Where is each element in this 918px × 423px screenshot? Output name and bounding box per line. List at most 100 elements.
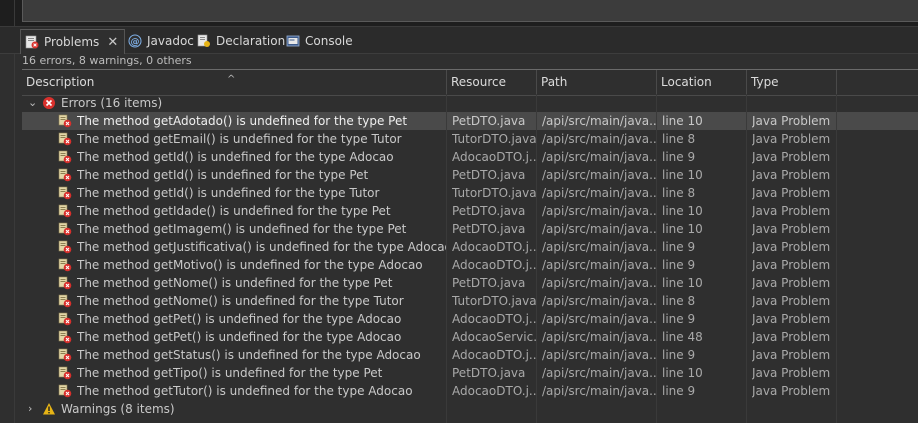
error-icon bbox=[42, 96, 56, 110]
problem-location: line 9 bbox=[662, 258, 696, 272]
problem-description: The method getId() is undefined for the … bbox=[77, 186, 380, 200]
problem-description: The method getIdade() is undefined for t… bbox=[77, 204, 391, 218]
problem-location: line 10 bbox=[662, 114, 703, 128]
problem-row[interactable]: The method getStatus() is undefined for … bbox=[22, 346, 918, 364]
problem-type: Java Problem bbox=[752, 186, 831, 200]
problem-location: line 9 bbox=[662, 150, 696, 164]
editor-scroll-area[interactable] bbox=[22, 0, 918, 22]
problem-path: /api/src/main/java... bbox=[542, 240, 656, 254]
java-error-icon bbox=[58, 384, 72, 398]
problem-location: line 48 bbox=[662, 330, 703, 344]
warning-icon bbox=[42, 402, 56, 416]
problem-description: The method getTutor() is undefined for t… bbox=[77, 384, 413, 398]
problem-description: The method getTipo() is undefined for th… bbox=[77, 366, 383, 380]
tab-problems[interactable]: Problems ✕ bbox=[20, 29, 126, 54]
problem-path: /api/src/main/java... bbox=[542, 114, 656, 128]
problem-row[interactable]: The method getEmail() is undefined for t… bbox=[22, 130, 918, 148]
java-error-icon bbox=[58, 168, 72, 182]
problem-row[interactable]: The method getNome() is undefined for th… bbox=[22, 292, 918, 310]
problem-row[interactable]: The method getTipo() is undefined for th… bbox=[22, 364, 918, 382]
problem-description: The method getId() is undefined for the … bbox=[77, 168, 369, 182]
problem-row[interactable]: The method getJustificativa() is undefin… bbox=[22, 238, 918, 256]
problem-row[interactable]: The method getPet() is undefined for the… bbox=[22, 310, 918, 328]
problem-description: The method getStatus() is undefined for … bbox=[77, 348, 421, 362]
java-error-icon bbox=[58, 312, 72, 326]
problem-type: Java Problem bbox=[752, 384, 831, 398]
problem-description: The method getId() is undefined for the … bbox=[77, 150, 394, 164]
problem-description: The method getNome() is undefined for th… bbox=[77, 294, 404, 308]
tab-declaration[interactable]: Declaration bbox=[197, 30, 285, 52]
column-description[interactable]: Description ^ bbox=[22, 70, 447, 95]
problem-path: /api/src/main/java... bbox=[542, 222, 656, 236]
errors-group[interactable]: ⌄ Errors (16 items) bbox=[22, 94, 918, 112]
problem-description: The method getAdotado() is undefined for… bbox=[77, 114, 408, 128]
warnings-group[interactable]: › Warnings (8 items) bbox=[22, 400, 918, 418]
problem-row[interactable]: The method getId() is undefined for the … bbox=[22, 184, 918, 202]
problem-row[interactable]: The method getId() is undefined for the … bbox=[22, 166, 918, 184]
problem-row[interactable]: The method getAdotado() is undefined for… bbox=[22, 112, 918, 130]
chevron-right-icon[interactable]: › bbox=[28, 400, 32, 418]
column-location-label: Location bbox=[661, 75, 712, 89]
problem-description: The method getNome() is undefined for th… bbox=[77, 276, 393, 290]
problem-path: /api/src/main/java... bbox=[542, 186, 656, 200]
tab-javadoc[interactable]: @ Javadoc bbox=[128, 30, 194, 52]
problem-description: The method getPet() is undefined for the… bbox=[77, 312, 402, 326]
console-icon bbox=[286, 34, 300, 48]
java-error-icon bbox=[58, 330, 72, 344]
column-path[interactable]: Path bbox=[537, 70, 657, 95]
column-separator bbox=[536, 94, 537, 423]
column-separator bbox=[446, 94, 447, 423]
problem-location: line 9 bbox=[662, 240, 696, 254]
java-error-icon bbox=[58, 240, 72, 254]
column-path-label: Path bbox=[541, 75, 568, 89]
problem-resource: PetDTO.java bbox=[452, 114, 526, 128]
problem-location: line 10 bbox=[662, 366, 703, 380]
problem-description: The method getMotivo() is undefined for … bbox=[77, 258, 423, 272]
editor-area bbox=[0, 0, 918, 27]
problem-resource: AdocaoDTO.j... bbox=[452, 348, 536, 362]
problem-type: Java Problem bbox=[752, 150, 831, 164]
column-type[interactable]: Type bbox=[747, 70, 837, 95]
problem-path: /api/src/main/java... bbox=[542, 294, 656, 308]
tab-console-label: Console bbox=[305, 34, 353, 48]
problem-path: /api/src/main/java... bbox=[542, 366, 656, 380]
problem-type: Java Problem bbox=[752, 132, 831, 146]
problem-type: Java Problem bbox=[752, 114, 831, 128]
problem-path: /api/src/main/java... bbox=[542, 276, 656, 290]
problems-icon bbox=[25, 35, 39, 49]
tab-javadoc-label: Javadoc bbox=[147, 34, 194, 48]
tab-console[interactable]: Console bbox=[286, 30, 353, 52]
column-resource-label: Resource bbox=[451, 75, 507, 89]
column-separator bbox=[746, 94, 747, 423]
problem-row[interactable]: The method getNome() is undefined for th… bbox=[22, 274, 918, 292]
close-icon[interactable]: ✕ bbox=[107, 35, 118, 50]
warnings-group-label: Warnings (8 items) bbox=[61, 402, 175, 416]
problem-resource: TutorDTO.java bbox=[452, 294, 536, 308]
column-location[interactable]: Location bbox=[657, 70, 747, 95]
column-resource[interactable]: Resource bbox=[447, 70, 537, 95]
chevron-down-icon[interactable]: ⌄ bbox=[28, 94, 37, 112]
problem-resource: TutorDTO.java bbox=[452, 132, 536, 146]
problem-location: line 8 bbox=[662, 294, 696, 308]
problem-row[interactable]: The method getTutor() is undefined for t… bbox=[22, 382, 918, 400]
problem-resource: AdocaoDTO.j... bbox=[452, 258, 536, 272]
java-error-icon bbox=[58, 132, 72, 146]
problem-path: /api/src/main/java... bbox=[542, 150, 656, 164]
tab-problems-label: Problems bbox=[44, 35, 100, 49]
problem-type: Java Problem bbox=[752, 276, 831, 290]
java-error-icon bbox=[58, 366, 72, 380]
problem-location: line 10 bbox=[662, 204, 703, 218]
problem-row[interactable]: The method getId() is undefined for the … bbox=[22, 148, 918, 166]
problem-row[interactable]: The method getPet() is undefined for the… bbox=[22, 328, 918, 346]
tab-declaration-label: Declaration bbox=[216, 34, 286, 48]
problem-description: The method getImagem() is undefined for … bbox=[77, 222, 407, 236]
table-header: Description ^ Resource Path Location Typ… bbox=[22, 69, 918, 96]
problems-tree: ⌄ Errors (16 items) The method getAdotad… bbox=[22, 94, 918, 418]
problem-row[interactable]: The method getIdade() is undefined for t… bbox=[22, 202, 918, 220]
problem-type: Java Problem bbox=[752, 258, 831, 272]
java-error-icon bbox=[58, 222, 72, 236]
column-description-label: Description bbox=[26, 75, 95, 89]
problem-path: /api/src/main/java... bbox=[542, 348, 656, 362]
problem-row[interactable]: The method getMotivo() is undefined for … bbox=[22, 256, 918, 274]
problem-row[interactable]: The method getImagem() is undefined for … bbox=[22, 220, 918, 238]
